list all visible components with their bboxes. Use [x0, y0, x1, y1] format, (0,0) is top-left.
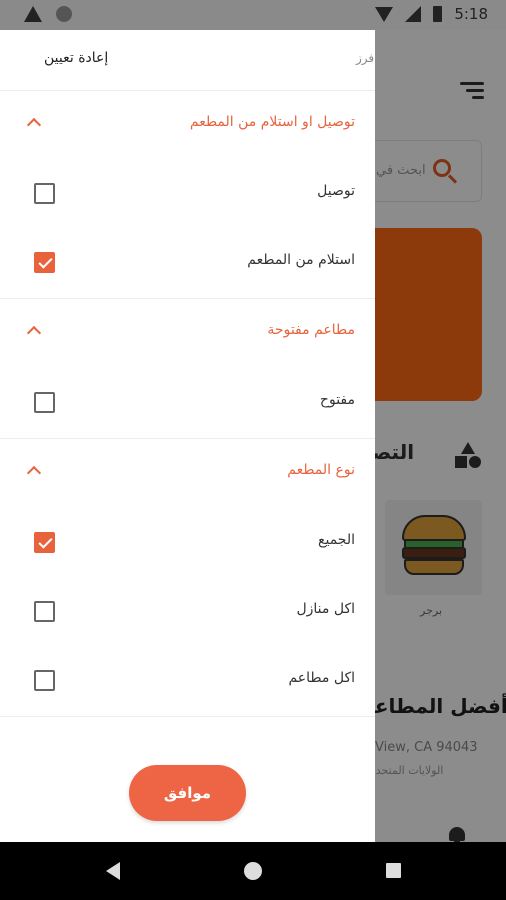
chevron-up-icon[interactable] [26, 325, 42, 341]
section-header-open[interactable]: مطاعم مفتوحة [0, 308, 375, 358]
drawer-title: فرز [356, 51, 375, 65]
section-title: مطاعم مفتوحة [267, 322, 355, 338]
option-row-all[interactable]: الجميع [0, 515, 375, 571]
home-icon[interactable] [244, 862, 262, 880]
filter-drawer: إعادة تعيين فرز توصيل او استلام من المطع… [0, 30, 375, 842]
divider [0, 90, 375, 91]
divider [0, 298, 375, 299]
battery-icon [433, 6, 443, 22]
back-icon[interactable] [106, 862, 120, 880]
checkbox-open[interactable] [34, 392, 55, 413]
option-row-home-food[interactable]: اكل منازل [0, 584, 375, 640]
divider [0, 438, 375, 439]
signal-icon [405, 6, 422, 22]
section-title: توصيل او استلام من المطعم [189, 114, 355, 130]
section-header-type[interactable]: نوع المطعم [0, 448, 375, 498]
section-title: نوع المطعم [287, 462, 355, 478]
option-label: اكل مطاعم [288, 670, 355, 686]
option-label: الجميع [318, 532, 355, 548]
section-header-delivery[interactable]: توصيل او استلام من المطعم [0, 100, 375, 150]
checkbox-delivery[interactable] [34, 183, 55, 204]
chevron-up-icon[interactable] [26, 117, 42, 133]
warning-icon [24, 6, 42, 22]
option-label: مفتوح [319, 392, 355, 408]
option-row-pickup[interactable]: استلام من المطعم [0, 235, 375, 291]
option-label: استلام من المطعم [247, 252, 355, 268]
checkbox-home-food[interactable] [34, 601, 55, 622]
notification-dot-icon [56, 6, 72, 22]
status-bar: 5:18 [0, 0, 506, 30]
option-row-restaurant-food[interactable]: اكل مطاعم [0, 653, 375, 709]
option-row-open[interactable]: مفتوح [0, 375, 375, 431]
divider [0, 716, 375, 717]
recent-apps-icon[interactable] [386, 863, 401, 878]
status-time: 5:18 [454, 5, 488, 23]
reset-button[interactable]: إعادة تعيين [44, 50, 108, 66]
navigation-bar [0, 842, 506, 900]
checkbox-pickup[interactable] [34, 252, 55, 273]
drawer-header: إعادة تعيين فرز [0, 30, 375, 90]
wifi-icon [375, 6, 394, 22]
option-label: توصيل [317, 183, 355, 199]
option-label: اكل منازل [296, 601, 355, 617]
checkbox-all[interactable] [34, 532, 55, 553]
ok-button[interactable]: موافق [129, 765, 246, 821]
option-row-delivery[interactable]: توصيل [0, 166, 375, 222]
chevron-up-icon[interactable] [26, 465, 42, 481]
checkbox-restaurant-food[interactable] [34, 670, 55, 691]
